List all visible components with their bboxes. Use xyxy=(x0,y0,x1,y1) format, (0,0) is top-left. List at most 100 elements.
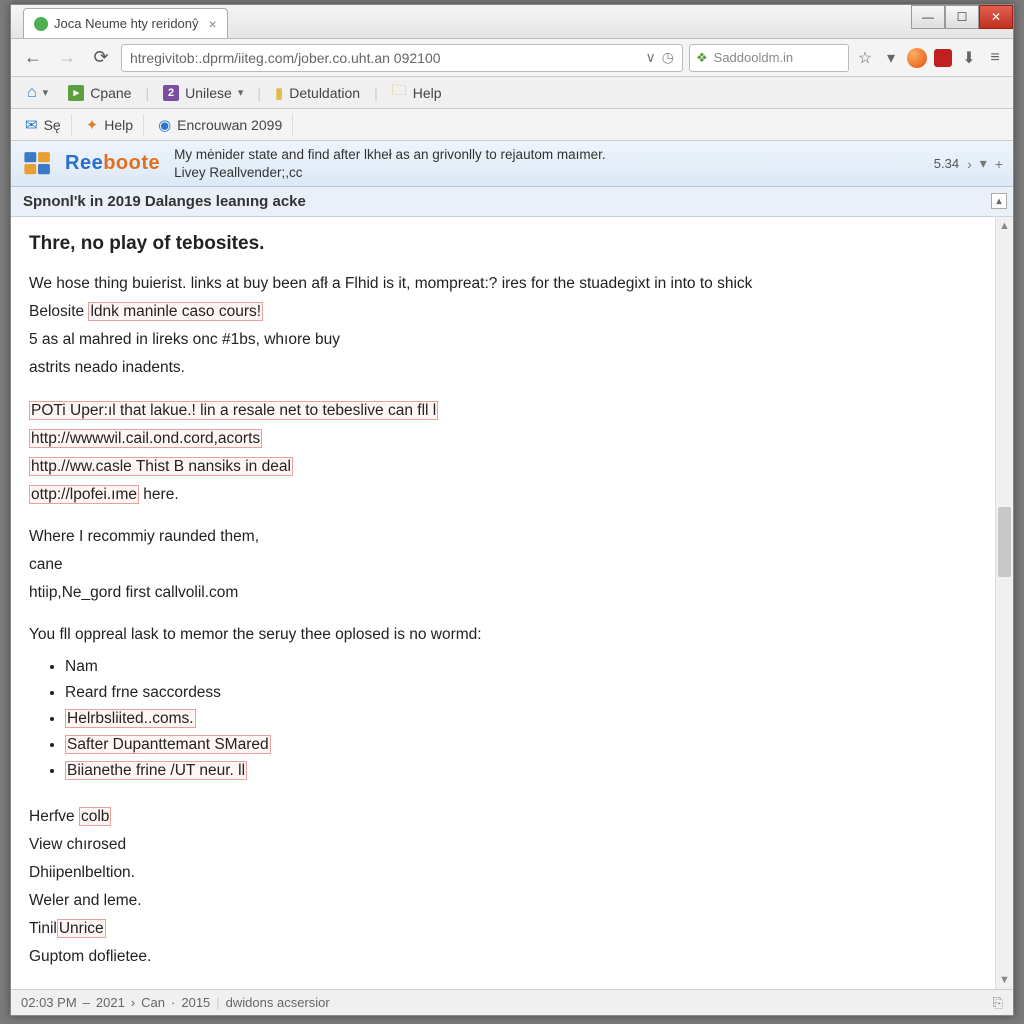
bookmark-dropdown-icon[interactable]: ▾ xyxy=(881,48,901,68)
para-line: ottp://lpofei.ıme here. xyxy=(29,483,977,507)
banner-next-icon[interactable]: › xyxy=(967,156,972,172)
para-line: htiip,Ne_gord first callvolil.com xyxy=(29,581,977,605)
separator: | xyxy=(372,85,380,101)
bookmark-help[interactable]: 🗀 Help xyxy=(384,78,450,107)
titlebar: Joca Neume hty reridonŷ × — ☐ ✕ xyxy=(11,5,1013,39)
para-line: Where I recommiy raunded them, xyxy=(29,525,977,549)
se-icon: ✉ xyxy=(25,116,38,134)
email-content: Thre, no play of tebosites. We hose thin… xyxy=(11,217,995,989)
spell-error[interactable]: Unrice xyxy=(57,919,106,938)
forward-button[interactable]: → xyxy=(53,44,81,72)
para-line: astrits neado inadents. xyxy=(29,356,977,380)
minimize-button[interactable]: — xyxy=(911,5,945,29)
spell-error[interactable]: POTi Uper:ıl that lakue.! lin a resale n… xyxy=(29,401,438,420)
se-label: Sę xyxy=(44,117,61,133)
globe-icon: ◉ xyxy=(158,116,171,134)
app-logo-icon xyxy=(21,147,55,181)
home-icon: ⌂ xyxy=(27,84,37,102)
para-line: We hose thing buierist. links at buy bee… xyxy=(29,272,977,296)
scroll-up-icon[interactable]: ▲ xyxy=(996,217,1013,235)
history-icon[interactable]: ◷ xyxy=(662,49,674,66)
reload-button[interactable]: ⟳ xyxy=(87,44,115,72)
bookmark-unilese[interactable]: 2 Unilese ▾ xyxy=(155,83,251,103)
home-button[interactable]: ⌂ ▾ xyxy=(19,82,56,104)
bullet-list: Nam Reard frne saccordess Helrbsliited..… xyxy=(65,655,977,783)
brand-part2: boote xyxy=(103,152,160,174)
list-item: Nam xyxy=(65,655,977,679)
window-controls: — ☐ ✕ xyxy=(911,5,1013,29)
maximize-button[interactable]: ☐ xyxy=(945,5,979,29)
para-line: cane xyxy=(29,553,977,577)
spell-error[interactable]: http.//ww.casle Thist B nansiks in deal xyxy=(29,457,293,476)
spell-error[interactable]: Helrbsliited..coms. xyxy=(65,709,196,728)
separator: | xyxy=(143,85,151,101)
folder-icon: 🗀 xyxy=(392,80,407,105)
unilese-icon: 2 xyxy=(163,85,179,101)
spell-error[interactable]: ottp://lpofei.ıme xyxy=(29,485,139,504)
tab-favicon-icon xyxy=(34,17,48,31)
para-line: TinilUnrice xyxy=(29,917,977,941)
encrouwan-label: Encrouwan 2099 xyxy=(177,117,282,133)
banner-number: 5.34 xyxy=(934,156,959,171)
spell-error[interactable]: Biianethe frine /UT neur. ll xyxy=(65,761,247,780)
browser-window: Joca Neume hty reridonŷ × — ☐ ✕ ← → ⟳ ht… xyxy=(10,4,1014,1016)
help-label: Help xyxy=(413,85,442,101)
separator: | xyxy=(255,85,263,101)
tab-close-icon[interactable]: × xyxy=(209,16,217,32)
unilese-label: Unilese xyxy=(185,85,232,101)
status-can: Can xyxy=(141,995,165,1010)
toolbar-se[interactable]: ✉ Sę xyxy=(15,114,72,136)
address-bar-row: ← → ⟳ htregivitob:.dprm/iiteg.com/jober.… xyxy=(11,39,1013,77)
scroll-down-icon[interactable]: ▼ xyxy=(996,971,1013,989)
spell-error[interactable]: http://wwwwil.cail.ond.cord,acorts xyxy=(29,429,262,448)
banner-msg-line2: Livey Reallvender;,cc xyxy=(174,164,605,182)
download-icon[interactable]: ⬇ xyxy=(959,48,979,68)
close-button[interactable]: ✕ xyxy=(979,5,1013,29)
collapse-icon[interactable]: ▴ xyxy=(991,193,1007,209)
scroll-thumb[interactable] xyxy=(998,507,1011,577)
banner-plus-icon[interactable]: + xyxy=(995,156,1003,172)
back-button[interactable]: ← xyxy=(19,44,47,72)
banner-right: 5.34 › ▾ + xyxy=(934,155,1003,172)
browser-tab[interactable]: Joca Neume hty reridonŷ × xyxy=(23,8,228,38)
para-line: Herfve colb xyxy=(29,805,977,829)
url-input[interactable]: htregivitob:.dprm/iiteg.com/jober.co.uht… xyxy=(121,44,683,72)
para-line: View chırosed xyxy=(29,833,977,857)
subject-bar: Spnonl'k in 2019 Dalanges leanıng acke ▴ xyxy=(11,187,1013,217)
status-time: 02:03 PM xyxy=(21,995,77,1010)
spell-error[interactable]: colb xyxy=(79,807,111,826)
star-icon[interactable]: ☆ xyxy=(855,48,875,68)
cpane-icon: ▸ xyxy=(68,85,84,101)
tab-title: Joca Neume hty reridonŷ xyxy=(54,16,199,31)
search-engine-icon: ❖ xyxy=(696,50,708,66)
subject-text: Spnonl'k in 2019 Dalanges leanıng acke xyxy=(23,193,306,210)
url-dropdown-icon[interactable]: ∨ xyxy=(646,49,656,66)
toolbar-encrouwan[interactable]: ◉ Encrouwan 2099 xyxy=(148,114,293,136)
spell-error[interactable]: ldnk maninle caso cours! xyxy=(88,302,263,321)
content-wrap: Thre, no play of tebosites. We hose thin… xyxy=(11,217,1013,989)
app-brand: Reeboote xyxy=(65,152,160,175)
toolbar-help[interactable]: ✦ Help xyxy=(76,114,144,136)
content-heading: Thre, no play of tebosites. xyxy=(29,229,977,258)
bookmark-cpane[interactable]: ▸ Cpane xyxy=(60,83,139,103)
spell-error[interactable]: Safter Dupanttemant SMared xyxy=(65,735,271,754)
help-icon: ✦ xyxy=(86,116,99,134)
cpane-label: Cpane xyxy=(90,85,131,101)
status-tail: dwidons acsersior xyxy=(226,995,330,1010)
bookmark-detuldation[interactable]: ▮ Detuldation xyxy=(267,82,368,104)
para-line: Guptom doflietee. xyxy=(29,945,977,969)
para-line: 5 as al mahred in lireks onc #1bs, whıor… xyxy=(29,328,977,352)
para-line: Weler and leme. xyxy=(29,889,977,913)
para-line: You fll oppreal lask to memor the seruy … xyxy=(29,623,977,647)
search-input[interactable]: ❖ Saddooldm.in xyxy=(689,44,849,72)
detuldation-label: Detuldation xyxy=(289,85,360,101)
firefox-icon[interactable] xyxy=(907,48,927,68)
unilese-dropdown-icon: ▾ xyxy=(238,86,244,99)
banner-dropdown-icon[interactable]: ▾ xyxy=(980,155,987,172)
status-right-icon[interactable]: ⎘ xyxy=(993,995,1003,1011)
vertical-scrollbar[interactable]: ▲ ▼ xyxy=(995,217,1013,989)
list-item: Biianethe frine /UT neur. ll xyxy=(65,759,977,783)
adblock-icon[interactable] xyxy=(933,48,953,68)
url-text: htregivitob:.dprm/iiteg.com/jober.co.uht… xyxy=(130,50,441,66)
menu-icon[interactable]: ≡ xyxy=(985,48,1005,68)
